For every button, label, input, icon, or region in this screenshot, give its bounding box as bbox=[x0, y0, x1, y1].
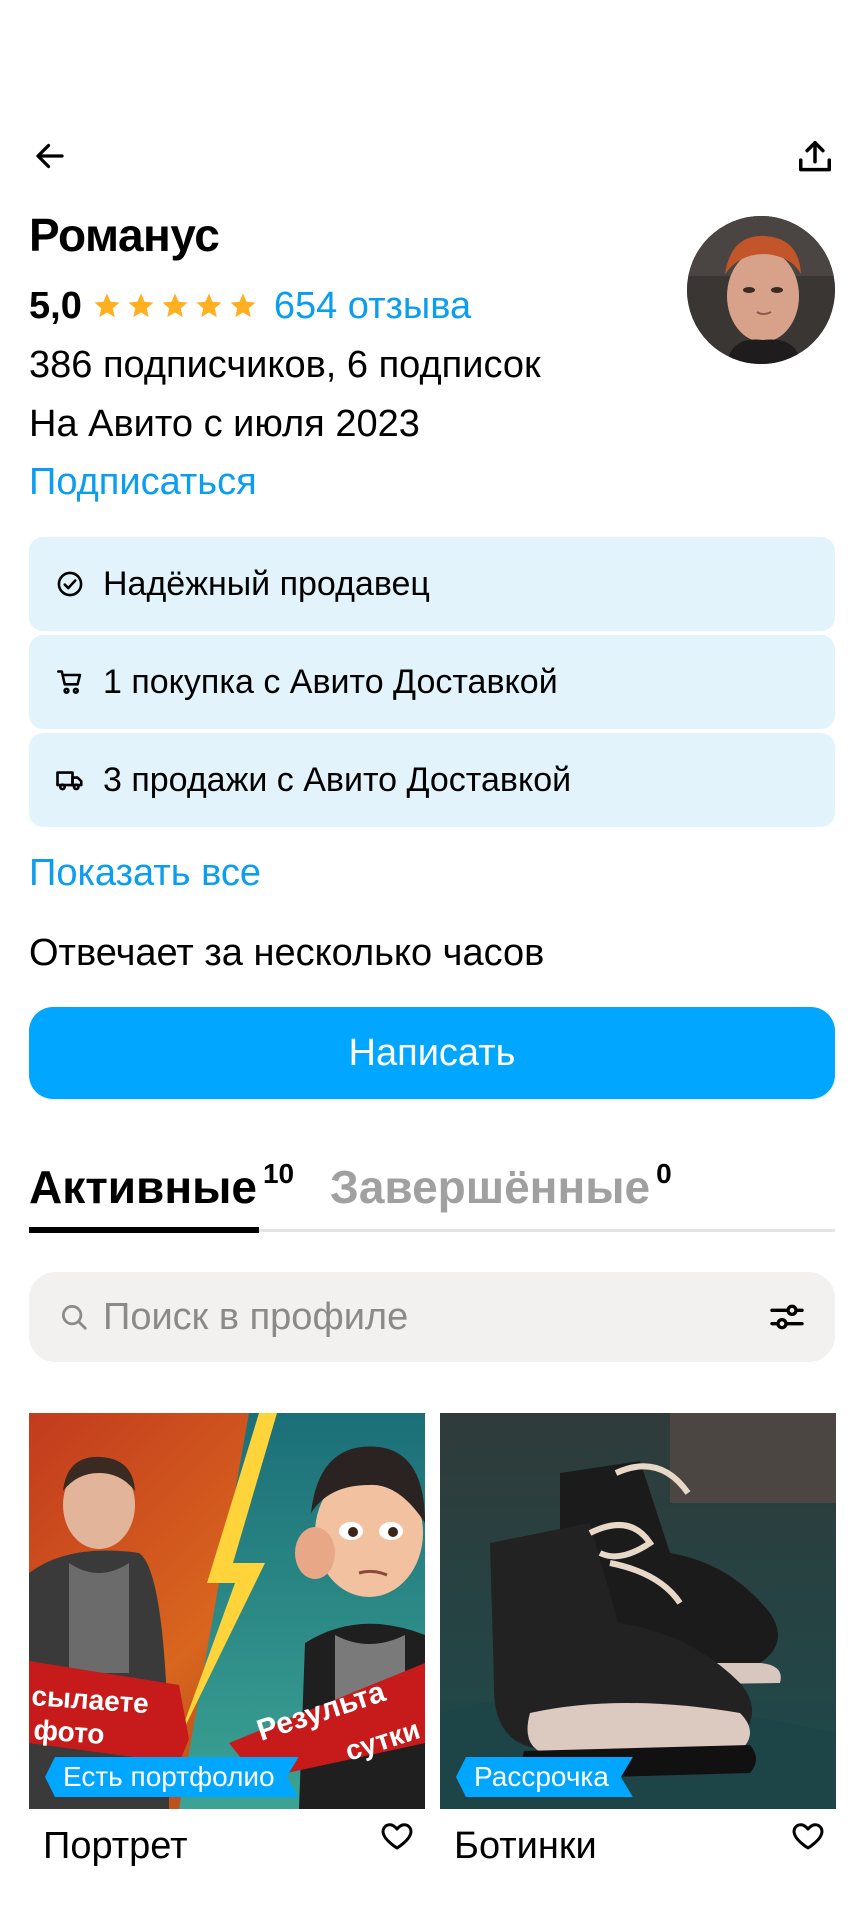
star-icon bbox=[196, 293, 222, 318]
tab-completed[interactable]: Завершённые 0 bbox=[330, 1158, 672, 1214]
tab-count: 0 bbox=[656, 1158, 672, 1189]
write-message-button[interactable]: Написать bbox=[29, 1007, 835, 1099]
portrait-listing-image: сылаете фото Результа сутки bbox=[29, 1413, 425, 1809]
show-all-link[interactable]: Показать все bbox=[29, 852, 261, 895]
star-icon bbox=[162, 293, 188, 318]
overlay-text: фото bbox=[33, 1714, 106, 1750]
subscribe-link[interactable]: Подписаться bbox=[29, 461, 257, 504]
listing-image[interactable]: Рассрочка bbox=[440, 1413, 836, 1809]
boots-listing-image bbox=[440, 1413, 836, 1809]
tab-label: Завершённые bbox=[330, 1161, 651, 1213]
listing-card[interactable]: сылаете фото Результа сутки Есть портфол… bbox=[29, 1413, 425, 1873]
star-icon bbox=[94, 293, 120, 318]
check-circle-icon bbox=[55, 569, 85, 599]
listing-tag: Есть портфолио bbox=[45, 1757, 299, 1797]
avatar[interactable] bbox=[687, 216, 835, 364]
badge-label: Надёжный продавец bbox=[103, 564, 430, 603]
rating-value: 5,0 bbox=[29, 284, 82, 327]
listing-tabs: Активные 10 Завершённые 0 bbox=[29, 1158, 835, 1233]
filter-sliders-icon bbox=[770, 1304, 804, 1330]
search-icon bbox=[62, 1305, 87, 1330]
listing-title[interactable]: Ботинки bbox=[454, 1825, 597, 1868]
favorite-button[interactable] bbox=[379, 1818, 419, 1858]
badge-sales[interactable]: 3 продажи с Авито Доставкой bbox=[29, 733, 835, 827]
share-button[interactable] bbox=[790, 132, 840, 182]
badge-label: 3 продажи с Авито Доставкой bbox=[103, 760, 572, 799]
search-input[interactable] bbox=[103, 1295, 703, 1339]
heart-icon bbox=[381, 1823, 413, 1850]
tab-active[interactable]: Активные 10 bbox=[29, 1158, 295, 1233]
seller-profile-page: Романус 5,0 654 отзыва 386 подписчиков, … bbox=[0, 0, 864, 1920]
listing-card[interactable]: Рассрочка Ботинки bbox=[440, 1413, 836, 1873]
share-upload-icon bbox=[799, 141, 831, 172]
truck-icon bbox=[55, 765, 85, 795]
favorite-button[interactable] bbox=[790, 1818, 830, 1858]
member-since: На Авито с июля 2023 bbox=[29, 403, 420, 445]
star-icon bbox=[128, 293, 154, 318]
tab-underline bbox=[29, 1227, 259, 1233]
rating-row[interactable]: 5,0 654 отзыва bbox=[29, 282, 471, 330]
subscribers-count[interactable]: 386 подписчиков, 6 подписок bbox=[29, 344, 541, 387]
profile-search[interactable] bbox=[29, 1272, 835, 1362]
tab-count: 10 bbox=[262, 1158, 295, 1189]
arrow-left-icon bbox=[36, 143, 64, 169]
avatar-image bbox=[687, 216, 835, 364]
badge-reliable-seller[interactable]: Надёжный продавец bbox=[29, 537, 835, 631]
star-icon bbox=[230, 293, 256, 318]
listing-title[interactable]: Портрет bbox=[43, 1825, 188, 1868]
heart-icon bbox=[792, 1823, 824, 1850]
reviews-link[interactable]: 654 отзыва bbox=[274, 285, 471, 328]
seller-name: Романус bbox=[29, 209, 220, 261]
cart-icon bbox=[55, 667, 85, 697]
badge-label: 1 покупка с Авито Доставкой bbox=[103, 662, 558, 701]
filter-button[interactable] bbox=[767, 1297, 807, 1337]
badge-purchases[interactable]: 1 покупка с Авито Доставкой bbox=[29, 635, 835, 729]
rating-stars bbox=[92, 291, 258, 321]
tab-label: Активные bbox=[29, 1161, 257, 1213]
listing-tag: Рассрочка bbox=[456, 1757, 633, 1797]
back-button[interactable] bbox=[26, 132, 74, 180]
response-time: Отвечает за несколько часов bbox=[29, 932, 545, 974]
listing-image[interactable]: сылаете фото Результа сутки Есть портфол… bbox=[29, 1413, 425, 1809]
